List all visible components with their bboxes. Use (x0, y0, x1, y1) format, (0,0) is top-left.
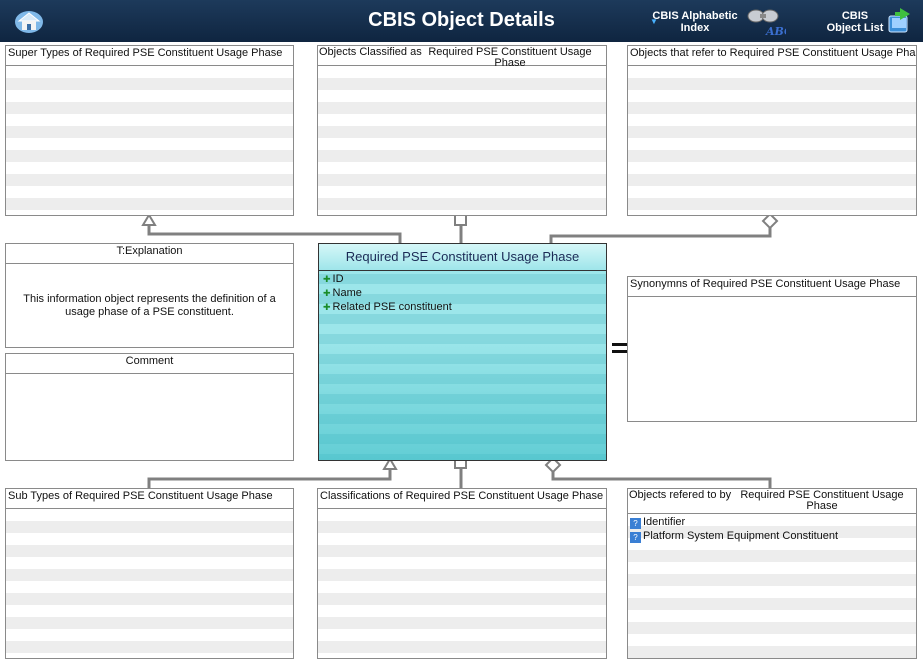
refer-to-list (628, 66, 916, 215)
attribute-key-icon: ✚ (323, 288, 331, 298)
synonyms-panel: Synonymns of Required PSE Constituent Us… (627, 276, 917, 422)
entity-title: Required PSE Constituent Usage Phase (319, 244, 606, 271)
referred-by-panel: Objects refered to by Required PSE Const… (627, 488, 917, 659)
help-icon: ? (630, 518, 641, 529)
super-types-panel: Super Types of Required PSE Constituent … (5, 45, 294, 216)
entity-attribute: ✚ ID (323, 273, 344, 285)
classification-square-up (454, 214, 467, 226)
entity-attributes: ✚ ID ✚ Name ✚ Related PSE constituent (319, 271, 606, 315)
sub-types-header: Sub Types of Required PSE Constituent Us… (6, 489, 293, 509)
classified-as-header: Objects Classified as Required PSE Const… (318, 46, 606, 69)
super-types-list (6, 66, 293, 215)
refer-to-header: Objects that refer to Required PSE Const… (628, 46, 916, 66)
referred-by-prefix: Objects refered to by (629, 489, 732, 501)
attribute-key-icon: ✚ (323, 302, 331, 312)
reference-diamond-up (761, 212, 779, 230)
refer-to-panel: Objects that refer to Required PSE Const… (627, 45, 917, 216)
entity-box[interactable]: Required PSE Constituent Usage Phase ✚ ID… (318, 243, 607, 461)
classifications-header: Classifications of Required PSE Constitu… (318, 489, 606, 509)
explanation-header: T:Explanation (6, 244, 293, 264)
entity-attribute: ✚ Name (323, 287, 362, 299)
comment-panel: Comment (5, 353, 294, 461)
synonyms-header: Synonymns of Required PSE Constituent Us… (628, 277, 916, 297)
list-item[interactable]: ? Platform System Equipment Constituent (628, 529, 916, 543)
attribute-key-icon: ✚ (323, 274, 331, 284)
super-types-header: Super Types of Required PSE Constituent … (6, 46, 293, 66)
classified-as-list (318, 66, 606, 215)
classified-as-panel: Objects Classified as Required PSE Const… (317, 45, 607, 216)
classified-as-prefix: Objects Classified as (319, 46, 422, 58)
explanation-panel: T:Explanation This information object re… (5, 243, 294, 348)
help-icon: ? (630, 532, 641, 543)
sub-types-panel: Sub Types of Required PSE Constituent Us… (5, 488, 294, 659)
referred-by-name: Required PSE Constituent Usage Phase (740, 489, 904, 512)
referred-by-header: Objects refered to by Required PSE Const… (628, 489, 916, 514)
sub-types-list (6, 509, 293, 658)
inheritance-arrow-up (141, 213, 157, 226)
list-item[interactable]: ? Identifier (628, 515, 916, 529)
classifications-panel: Classifications of Required PSE Constitu… (317, 488, 607, 659)
entity-attribute: ✚ Related PSE constituent (323, 301, 452, 313)
classifications-list (318, 509, 606, 658)
comment-header: Comment (6, 354, 293, 374)
explanation-text: This information object represents the d… (23, 292, 276, 318)
